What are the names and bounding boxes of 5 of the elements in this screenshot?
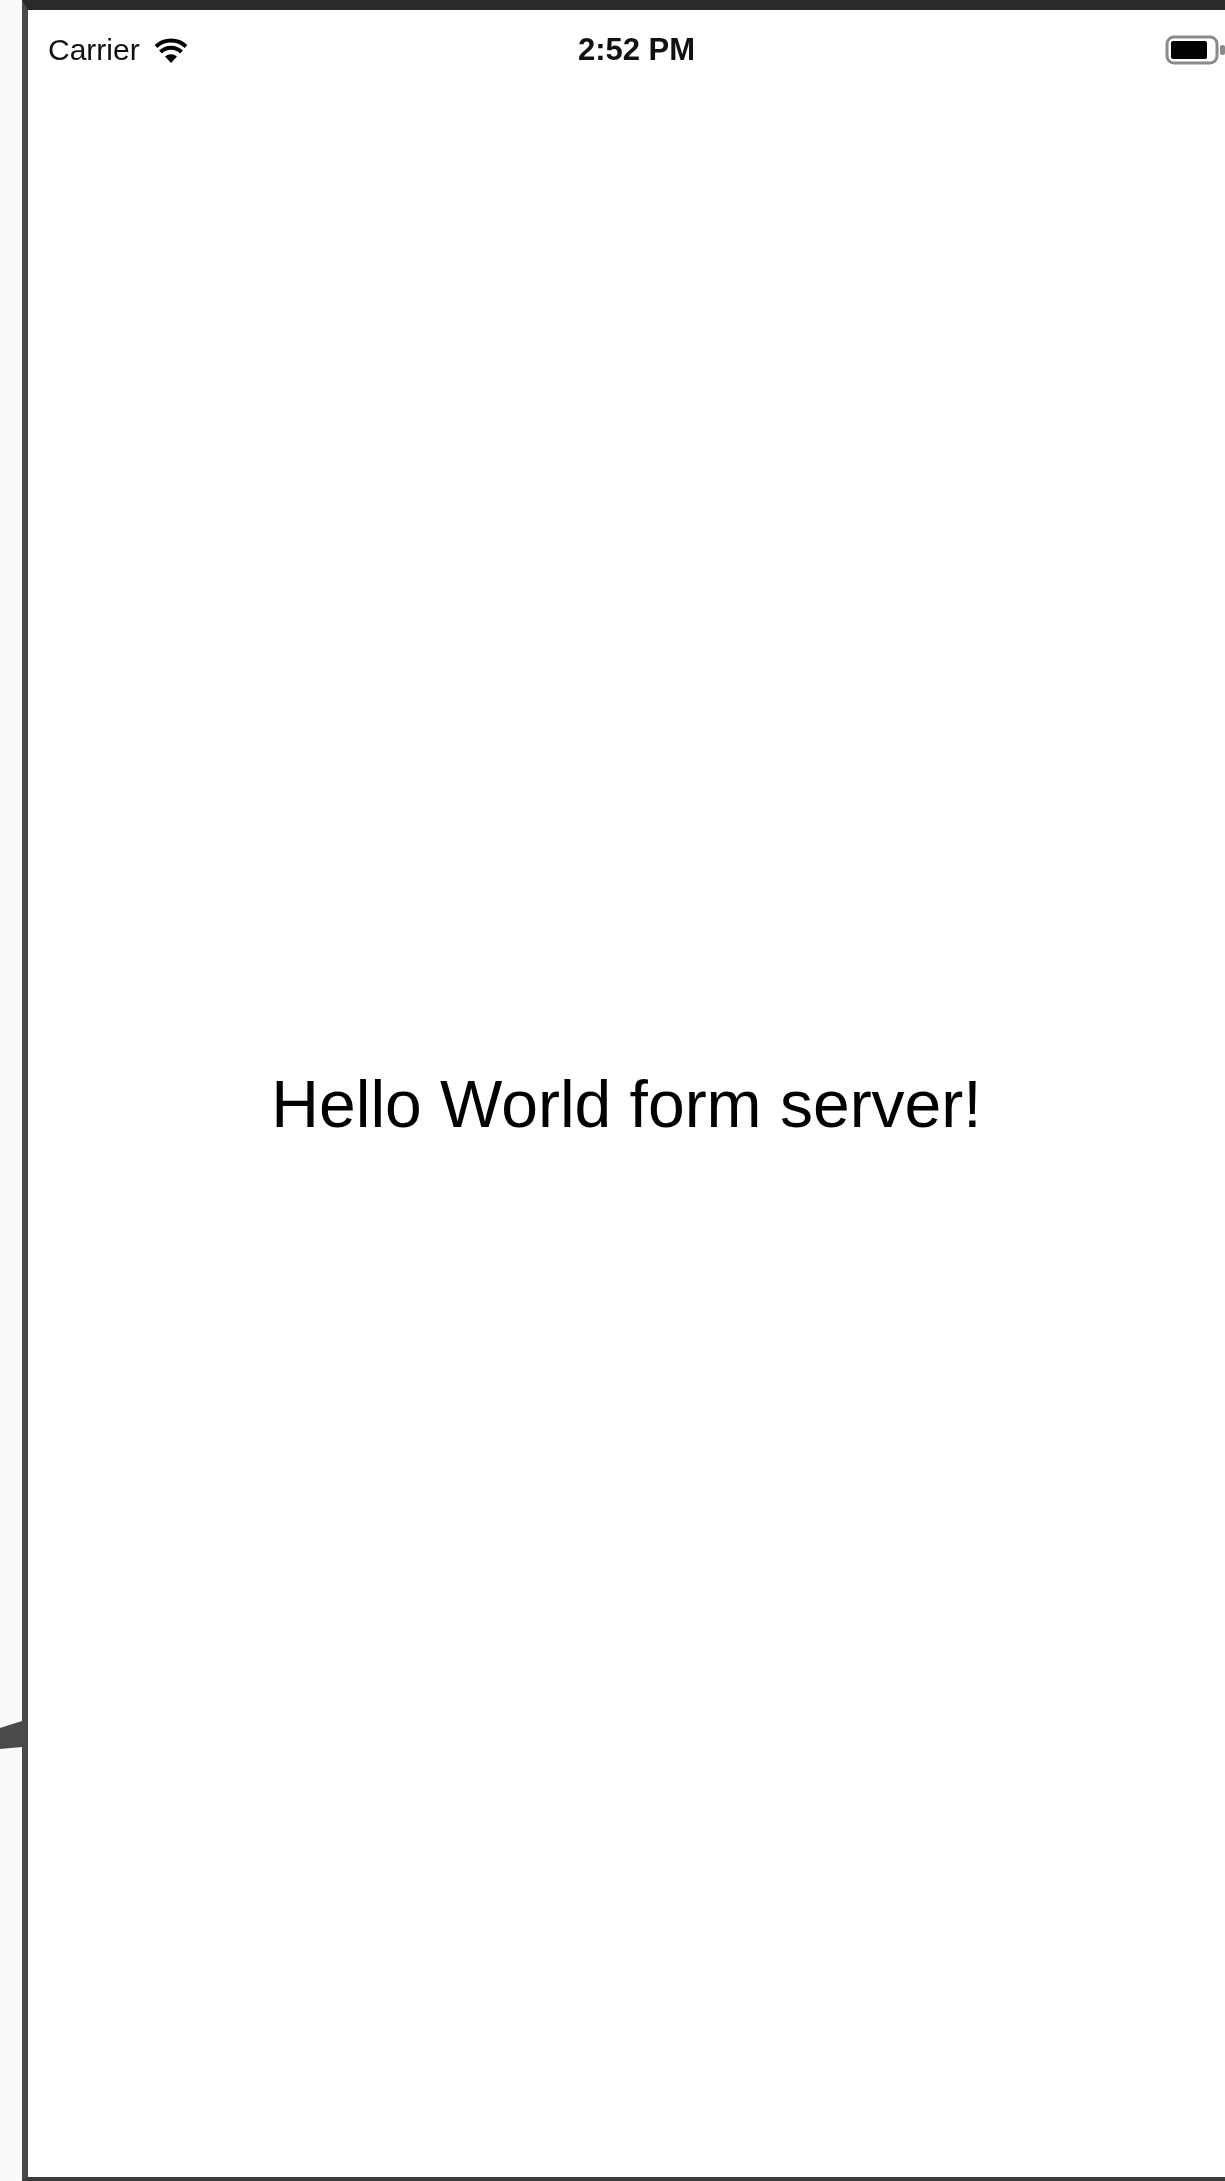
status-time: 2:52 PM (577, 32, 696, 68)
battery-icon (1165, 35, 1225, 65)
wifi-icon (153, 37, 188, 63)
carrier-label: Carrier (48, 33, 140, 67)
greeting-text: Hello World form server! (271, 1065, 982, 1142)
